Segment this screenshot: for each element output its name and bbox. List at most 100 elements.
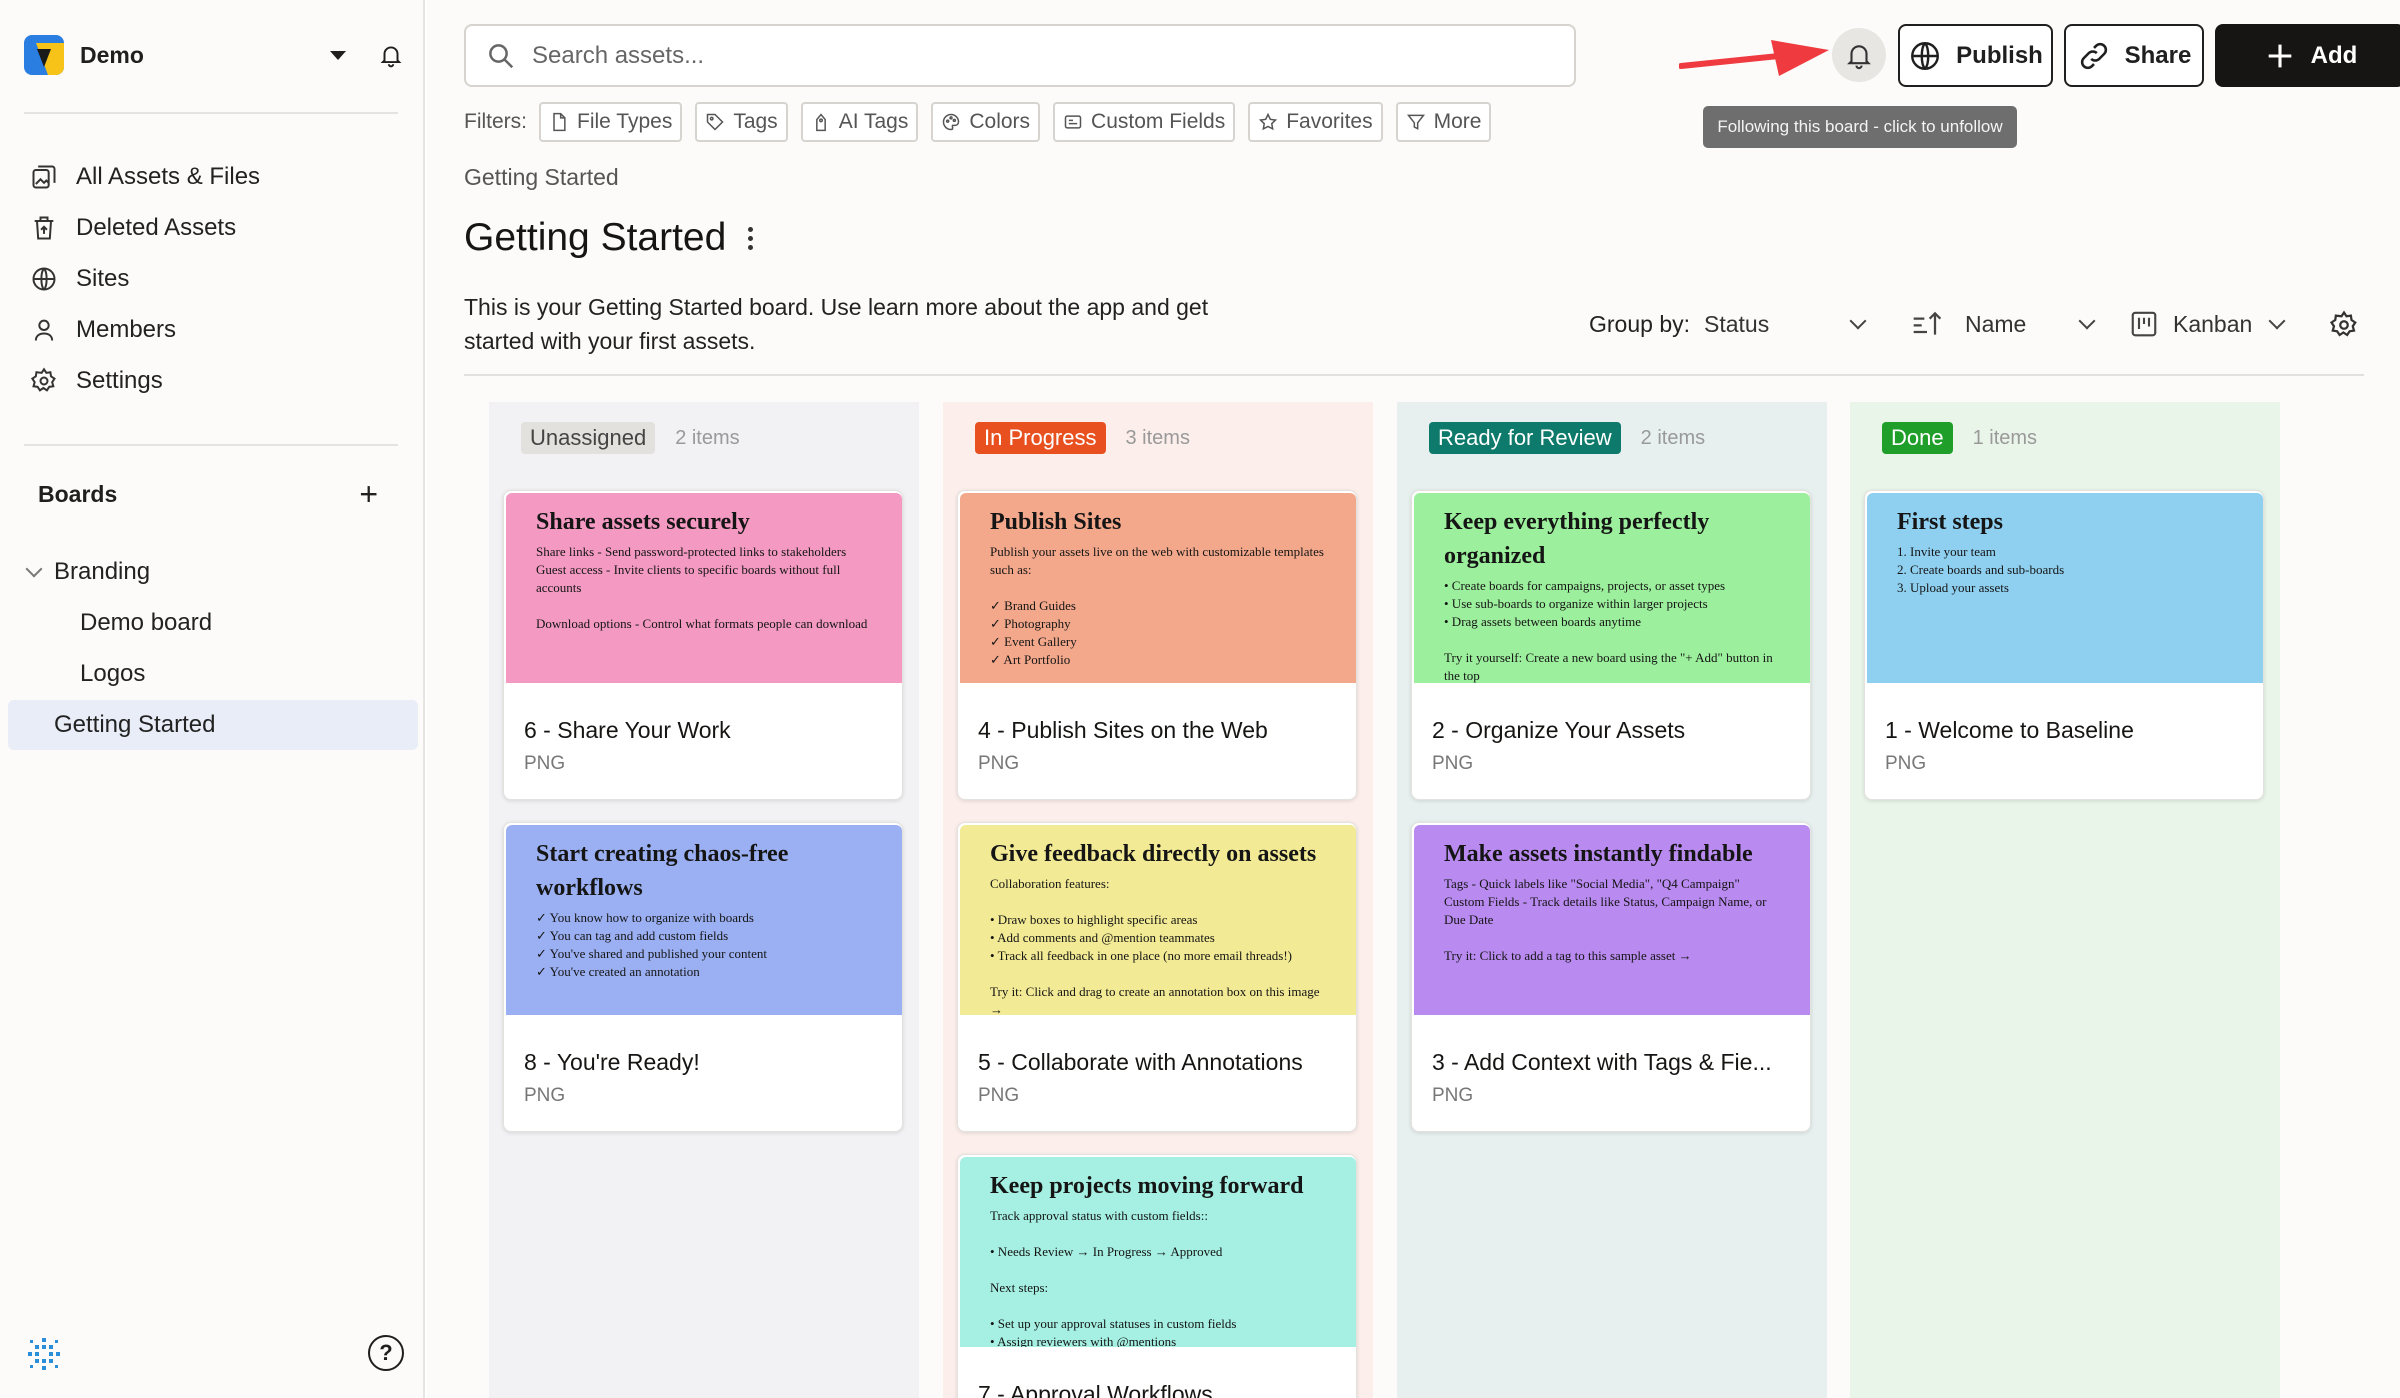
tree-item-getting-started[interactable]: Getting Started bbox=[8, 700, 418, 750]
asset-thumbnail[interactable]: Make assets instantly findable Tags - Qui… bbox=[1414, 825, 1810, 1015]
asset-card[interactable]: Give feedback directly on assets Collabor… bbox=[957, 822, 1357, 1132]
search-input[interactable] bbox=[532, 41, 1432, 70]
column-header: In Progress 3 items bbox=[975, 422, 1190, 454]
sidebar-divider bbox=[24, 112, 398, 114]
fields-icon bbox=[1064, 115, 1082, 129]
asset-thumbnail[interactable]: Give feedback directly on assets Collabor… bbox=[960, 825, 1356, 1015]
publish-label: Publish bbox=[1956, 41, 2043, 69]
boards-title: Boards bbox=[38, 480, 118, 507]
kanban-column: Done 1 items First steps 1. Invite your tea… bbox=[1850, 402, 2280, 1398]
person-icon bbox=[34, 319, 54, 341]
asset-thumbnail[interactable]: Start creating chaos-free workflows ✓ You… bbox=[506, 825, 902, 1015]
tree-item-branding[interactable]: Branding bbox=[25, 547, 151, 597]
column-count: 2 items bbox=[1640, 426, 1706, 449]
thumbnail-heading: Give feedback directly on assets bbox=[990, 841, 1317, 867]
asset-thumbnail[interactable]: Share assets securely Share links - Send … bbox=[506, 493, 902, 683]
filter-custom-fields[interactable]: Custom Fields bbox=[1053, 102, 1236, 142]
caret-down-icon[interactable] bbox=[330, 50, 346, 60]
main-content: Following this board - click to unfollow… bbox=[427, 0, 2400, 1398]
sort-value: Name bbox=[1965, 310, 2027, 337]
status-badge[interactable]: In Progress bbox=[975, 422, 1106, 454]
view-value: Kanban bbox=[2173, 310, 2253, 337]
asset-card[interactable]: Keep everything perfectly organized • Cre… bbox=[1411, 490, 1811, 800]
asset-card[interactable]: Publish Sites Publish your assets live on… bbox=[957, 490, 1357, 800]
kanban-column: Unassigned 2 items Share assets securely Sh… bbox=[489, 402, 919, 1398]
thumbnail-heading: Share assets securely bbox=[536, 509, 750, 535]
filter-ai-tags[interactable]: AI Tags bbox=[800, 102, 919, 142]
tree-item-logos[interactable]: Logos bbox=[80, 649, 145, 699]
filter-icon bbox=[1406, 114, 1425, 130]
nav-sites[interactable]: Sites bbox=[30, 257, 129, 301]
nav-members[interactable]: Members bbox=[30, 308, 176, 352]
link-icon bbox=[2080, 42, 2107, 69]
asset-thumbnail[interactable]: Publish Sites Publish your assets live on… bbox=[960, 493, 1356, 683]
asset-file-type: PNG bbox=[1885, 753, 1927, 774]
thumbnail-heading: Start creating chaos-free workflows bbox=[536, 841, 789, 901]
nav-all-assets[interactable]: All Assets & Files bbox=[30, 155, 260, 199]
sort-select[interactable]: Name bbox=[1911, 306, 2096, 342]
filter-tags[interactable]: Tags bbox=[695, 102, 788, 142]
status-badge[interactable]: Done bbox=[1882, 422, 1953, 454]
app-logo-icon[interactable] bbox=[26, 1336, 62, 1372]
group-by-value: Status bbox=[1704, 310, 1770, 337]
filters-label: Filters: bbox=[464, 110, 527, 133]
workspace-logo bbox=[24, 35, 64, 75]
file-icon bbox=[553, 112, 566, 132]
asset-thumbnail[interactable]: Keep projects moving forward Track approv… bbox=[960, 1157, 1356, 1347]
add-board-icon[interactable]: + bbox=[359, 478, 378, 510]
workspace-switcher[interactable]: Demo bbox=[24, 34, 404, 76]
asset-file-type: PNG bbox=[978, 753, 1020, 774]
sort-ascending-icon bbox=[1913, 311, 1942, 335]
asset-card[interactable]: Make assets instantly findable Tags - Qui… bbox=[1411, 822, 1811, 1132]
asset-card[interactable]: Start creating chaos-free workflows ✓ You… bbox=[503, 822, 903, 1132]
thumbnail-heading: Make assets instantly findable bbox=[1444, 841, 1753, 867]
search-bar[interactable] bbox=[464, 24, 1576, 87]
nav-settings[interactable]: Settings bbox=[30, 359, 163, 403]
asset-thumbnail[interactable]: Keep everything perfectly organized • Cre… bbox=[1414, 493, 1810, 683]
status-badge[interactable]: Unassigned bbox=[521, 422, 656, 454]
column-count: 2 items bbox=[675, 426, 740, 449]
kanban-icon bbox=[2131, 311, 2157, 337]
chevron-down-icon bbox=[1849, 312, 1867, 330]
filter-file-types[interactable]: File Types bbox=[539, 102, 683, 142]
chevron-down-icon[interactable] bbox=[25, 560, 43, 578]
asset-thumbnail[interactable]: First steps 1. Invite your team 2. Create… bbox=[1867, 493, 2263, 683]
asset-card[interactable]: Share assets securely Share links - Send … bbox=[503, 490, 903, 800]
thumbnail-body: ✓ You know how to organize with boards ✓… bbox=[536, 910, 767, 979]
breadcrumb[interactable]: Getting Started bbox=[464, 164, 619, 191]
group-by-label: Group by: bbox=[1589, 310, 1690, 337]
tree-label: Branding bbox=[54, 558, 151, 585]
more-options-icon[interactable] bbox=[748, 226, 754, 250]
filter-more[interactable]: More bbox=[1395, 102, 1492, 142]
chip-label: Tags bbox=[733, 110, 778, 133]
publish-button[interactable]: Publish bbox=[1898, 24, 2053, 87]
share-button[interactable]: Share bbox=[2064, 24, 2204, 87]
asset-name: 3 - Add Context with Tags & Fie... bbox=[1432, 1049, 1772, 1075]
tree-item-demo-board[interactable]: Demo board bbox=[80, 598, 212, 648]
nav-deleted-assets[interactable]: Deleted Assets bbox=[30, 206, 236, 250]
asset-card[interactable]: Keep projects moving forward Track approv… bbox=[957, 1154, 1357, 1398]
tree-label: Logos bbox=[80, 660, 146, 687]
view-select[interactable]: Kanban bbox=[2129, 306, 2286, 342]
sidebar: Demo All Assets & Files Deleted Assets S… bbox=[0, 0, 425, 1398]
chip-label: File Types bbox=[577, 110, 673, 133]
share-label: Share bbox=[2124, 41, 2192, 69]
gear-icon[interactable] bbox=[2329, 310, 2359, 340]
boards-header: Boards + bbox=[38, 478, 378, 510]
filter-favorites[interactable]: Favorites bbox=[1248, 102, 1383, 142]
chip-label: Custom Fields bbox=[1091, 110, 1226, 133]
nav-label: Deleted Assets bbox=[76, 214, 237, 241]
asset-card[interactable]: First steps 1. Invite your team 2. Create… bbox=[1864, 490, 2264, 800]
thumbnail-body: Publish your assets live on the web with… bbox=[990, 544, 1324, 667]
help-icon[interactable]: ? bbox=[368, 1335, 404, 1371]
follow-board-button[interactable] bbox=[1832, 28, 1886, 82]
trash-icon bbox=[34, 216, 54, 240]
thumbnail-heading: Keep everything perfectly organized bbox=[1444, 509, 1710, 569]
bell-icon[interactable] bbox=[378, 42, 404, 68]
add-button[interactable]: Add bbox=[2215, 24, 2400, 87]
group-by-select[interactable]: Group by: Status bbox=[1589, 306, 1867, 342]
asset-name: 4 - Publish Sites on the Web bbox=[978, 717, 1268, 743]
status-badge[interactable]: Ready for Review bbox=[1429, 422, 1621, 454]
column-count: 3 items bbox=[1125, 426, 1190, 449]
filter-colors[interactable]: Colors bbox=[931, 102, 1041, 142]
